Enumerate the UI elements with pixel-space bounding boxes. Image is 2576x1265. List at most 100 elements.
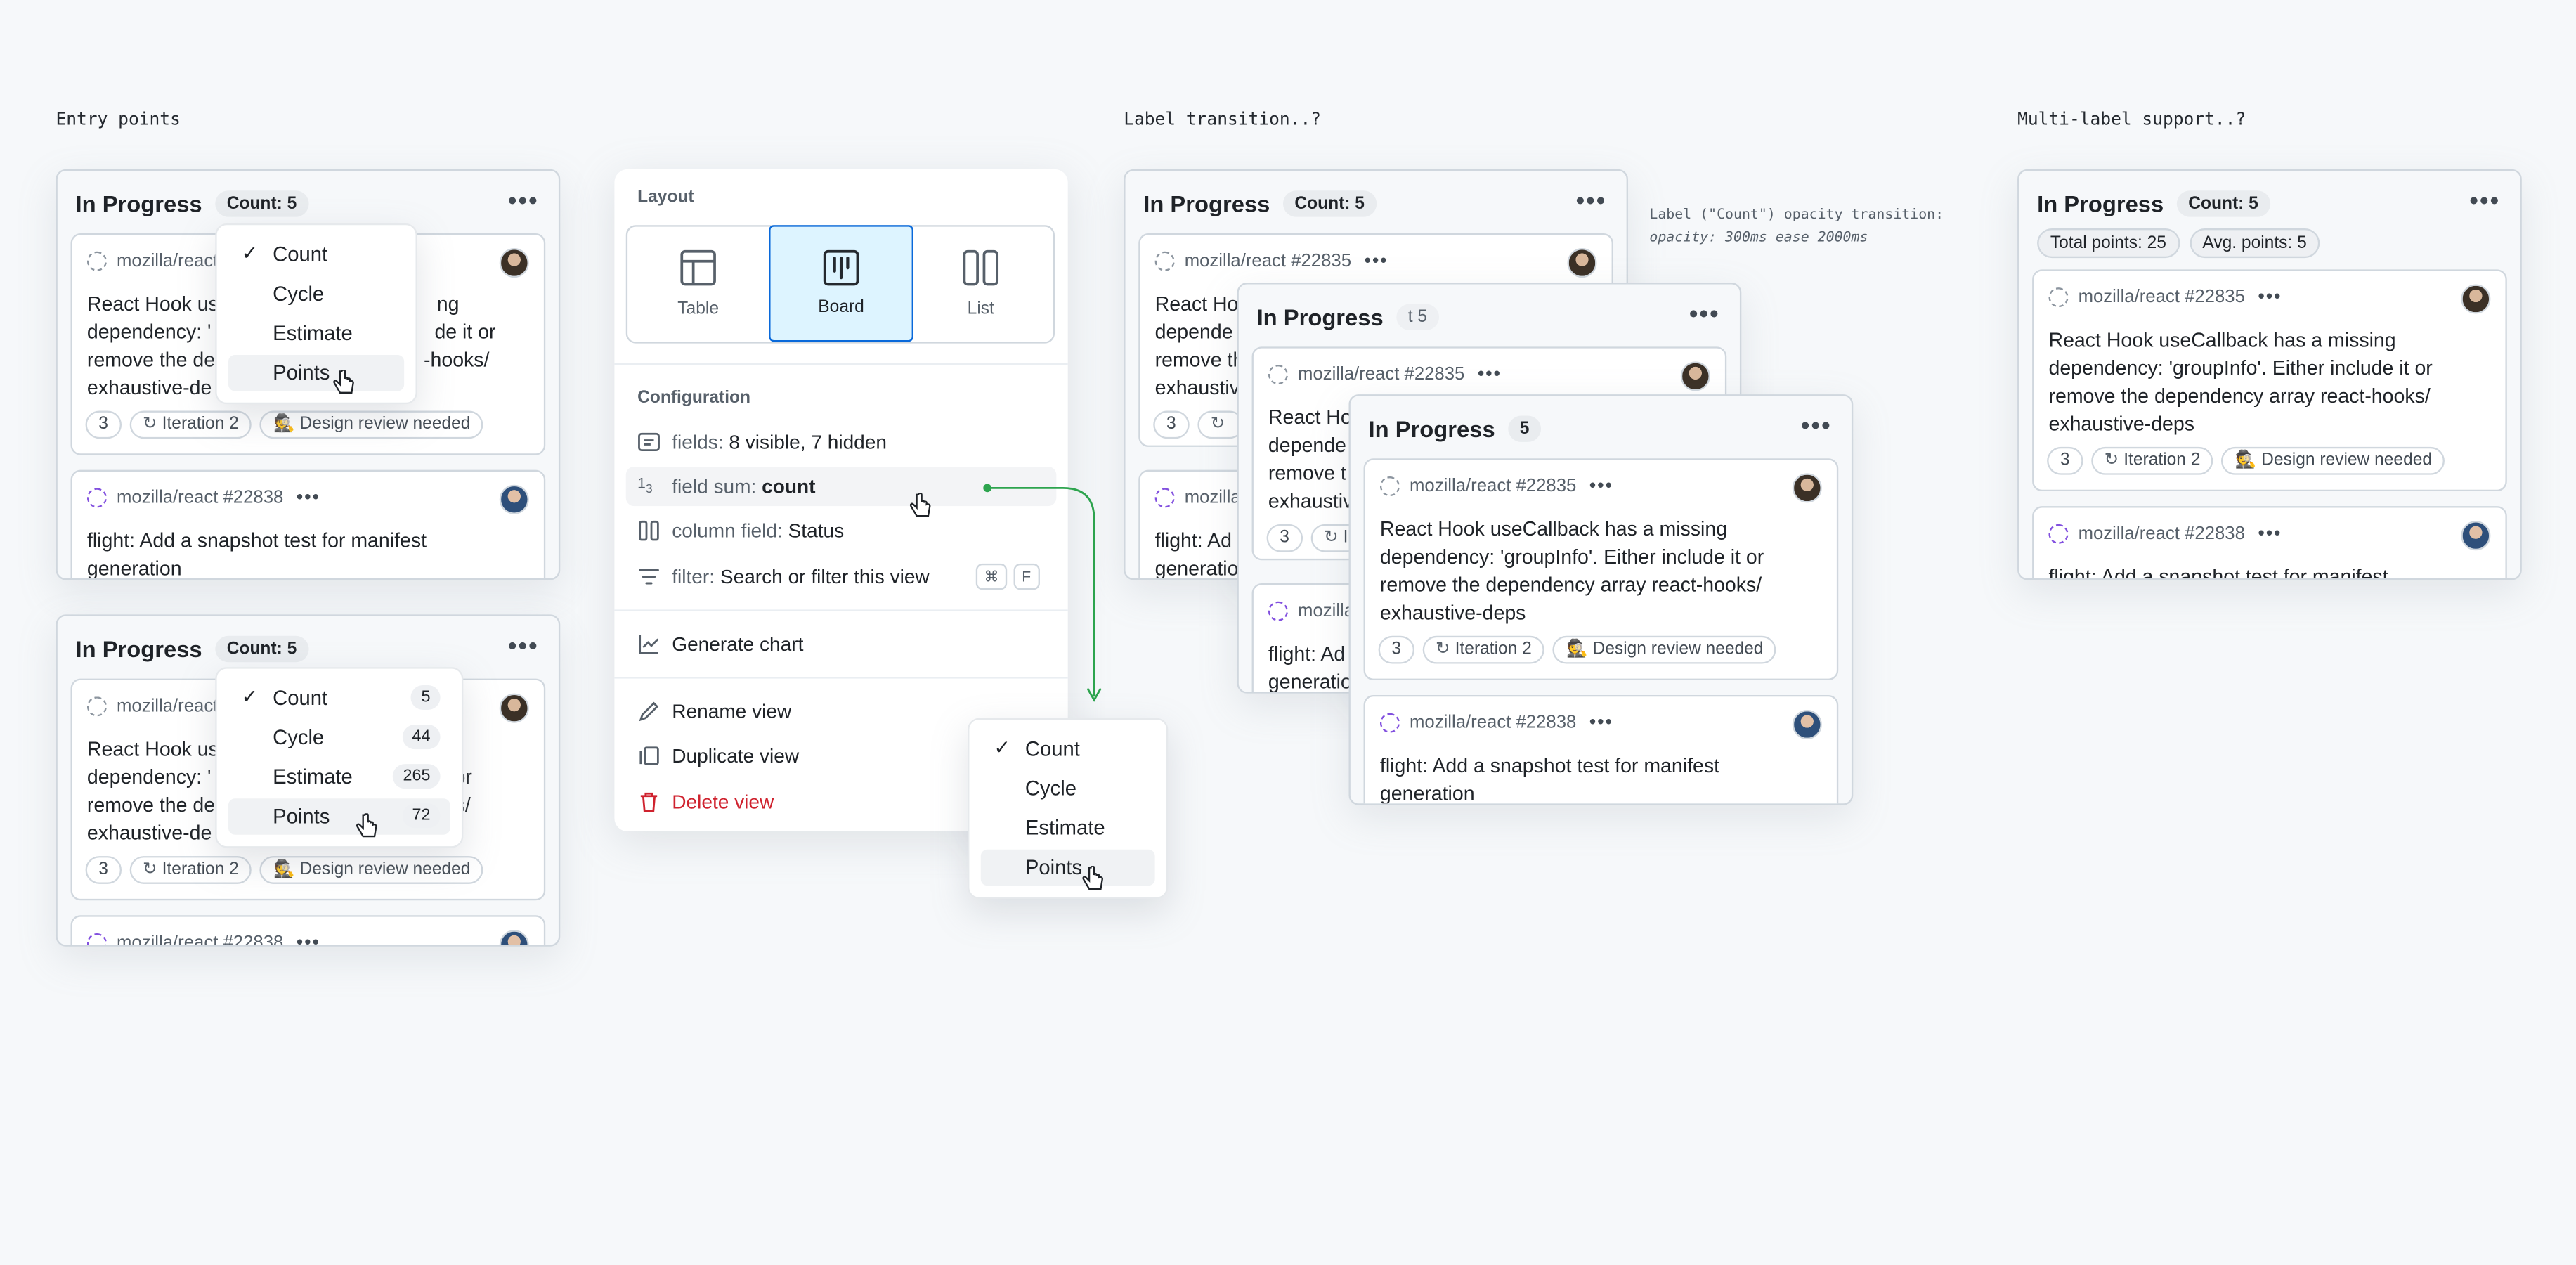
issue-repo[interactable]: mozilla/react #22835 xyxy=(2079,287,2245,307)
menu-item-count[interactable]: ✓ Count xyxy=(981,731,1155,767)
pencil-icon xyxy=(637,700,661,723)
issue-repo[interactable]: mozilla/react #22835 xyxy=(1298,365,1464,384)
issue-title[interactable]: React Hook useCallback has a missing dep… xyxy=(2048,327,2485,439)
column-count-pill[interactable]: Count: 5 xyxy=(2176,190,2270,217)
column-more-button[interactable]: ••• xyxy=(1576,188,1607,216)
issue-draft-icon xyxy=(86,251,107,271)
total-points-pill[interactable]: Total points: 25 xyxy=(2037,228,2180,259)
card-more-button[interactable]: ••• xyxy=(1365,252,1388,271)
issue-repo[interactable]: mozilla/react #22835 xyxy=(1410,476,1576,496)
issue-repo[interactable]: mozilla xyxy=(1185,488,1241,507)
estimate-tag[interactable]: 3 xyxy=(1153,410,1190,439)
card-more-button[interactable]: ••• xyxy=(297,488,320,507)
menu-item-estimate[interactable]: Estimate 265 xyxy=(228,759,450,795)
issue-repo[interactable]: mozilla/react #22838 xyxy=(1410,713,1576,733)
issue-repo[interactable]: mozilla/react #22838 xyxy=(117,488,283,507)
avatar[interactable] xyxy=(499,930,529,945)
estimate-tag[interactable]: 3 xyxy=(1266,524,1303,552)
avatar[interactable] xyxy=(499,484,529,514)
menu-item-points[interactable]: Points xyxy=(228,355,405,391)
card-more-button[interactable]: ••• xyxy=(1589,713,1613,733)
menu-item-cycle[interactable]: Cycle xyxy=(228,276,404,312)
menu-item-label: Estimate xyxy=(1024,816,1105,840)
iteration-tag[interactable]: ↻ Iteration 2 xyxy=(2090,446,2214,475)
issue-repo[interactable]: mozilla/react #22838 xyxy=(117,933,283,945)
column-more-button[interactable]: ••• xyxy=(508,188,539,216)
avatar[interactable] xyxy=(2461,521,2491,551)
menu-item-cycle[interactable]: Cycle 44 xyxy=(228,720,450,755)
label-tag[interactable]: 🕵 Design review needed xyxy=(1553,635,1777,664)
card-more-button[interactable]: ••• xyxy=(2258,287,2282,307)
sum-field-menu-with-counts: ✓ Count 5 Cycle 44 Estimate 265 Points 72 xyxy=(215,667,464,848)
issue-title[interactable]: flight: Add a snapshot test for manifest… xyxy=(1380,753,1817,803)
iteration-icon: ↻ xyxy=(1210,414,1225,434)
iteration-tag[interactable]: ↻ Iteration 2 xyxy=(1422,635,1545,664)
issue-card[interactable]: mozilla/react #22838 ••• flight: Add a s… xyxy=(2032,506,2507,578)
issue-card[interactable]: mozilla/react #22838 ••• flight: Add a s… xyxy=(1363,694,1839,804)
menu-item-estimate[interactable]: Estimate xyxy=(981,810,1155,846)
issue-repo[interactable]: mozilla/react xyxy=(117,696,218,716)
layout-board-option[interactable]: Board xyxy=(769,225,913,342)
column-more-button[interactable]: ••• xyxy=(1689,301,1720,329)
issue-repo[interactable]: mozilla/react #22835 xyxy=(1185,252,1351,271)
issue-card[interactable]: mozilla/react #22838 ••• flight: Add a s… xyxy=(70,469,546,578)
layout-list-option[interactable]: List xyxy=(910,227,1051,342)
column-count-pill-fading[interactable]: t 5 xyxy=(1396,304,1439,330)
avatar[interactable] xyxy=(499,248,529,278)
column-count-pill[interactable]: Count: 5 xyxy=(215,635,308,663)
issue-title[interactable]: React Hook useCallback has a missing dep… xyxy=(1380,516,1817,628)
column-count-pill[interactable]: Count: 5 xyxy=(1283,190,1377,217)
issue-repo[interactable]: mozilla/react #22838 xyxy=(2079,524,2245,544)
fields-setting[interactable]: fields: 8 visible, 7 hidden xyxy=(626,422,1057,462)
menu-item-count[interactable]: ✓ Count xyxy=(228,237,404,273)
issue-title-line: ng xyxy=(436,292,460,316)
menu-item-count[interactable]: ✓ Count 5 xyxy=(228,680,450,716)
label-tag[interactable]: 🕵 Design review needed xyxy=(260,410,484,439)
iteration-tag-label: Iteration 2 xyxy=(162,414,239,434)
card-more-button[interactable]: ••• xyxy=(297,933,320,945)
card-more-button[interactable]: ••• xyxy=(2258,524,2282,544)
iteration-tag[interactable]: ↻ Iteration 2 xyxy=(129,856,252,884)
iteration-tag[interactable]: ↻ xyxy=(1197,410,1244,439)
column-count-pill[interactable]: Count: 5 xyxy=(215,190,308,217)
avatar[interactable] xyxy=(2461,284,2491,314)
estimate-tag[interactable]: 3 xyxy=(1378,635,1414,664)
label-tag-text: Design review needed xyxy=(2261,450,2433,470)
card-more-button[interactable]: ••• xyxy=(1478,365,1502,384)
issue-title[interactable]: flight: Add a snapshot test for manifest… xyxy=(87,527,524,578)
menu-item-points[interactable]: Points xyxy=(980,849,1155,886)
avg-points-pill[interactable]: Avg. points: 5 xyxy=(2189,228,2320,259)
avatar[interactable] xyxy=(1792,473,1822,503)
iteration-tag[interactable]: ↻ Iteration 2 xyxy=(129,410,252,439)
card-more-button[interactable]: ••• xyxy=(1589,476,1613,496)
issue-title[interactable]: flight: Add a snapshot test for manifest xyxy=(2048,564,2485,578)
issue-title-line: -hooks/ xyxy=(424,348,490,372)
layout-table-option[interactable]: Table xyxy=(627,227,769,342)
iteration-tag-label: I xyxy=(1343,527,1348,547)
issue-card[interactable]: mozilla/react #22838 ••• xyxy=(70,915,546,945)
menu-item-label: Count xyxy=(273,687,328,711)
estimate-tag[interactable]: 3 xyxy=(85,410,122,439)
avatar[interactable] xyxy=(499,693,529,723)
label-tag[interactable]: 🕵 Design review needed xyxy=(2221,446,2445,475)
column-count-pill-plain[interactable]: 5 xyxy=(1508,415,1541,442)
column-transition-step-3: In Progress 5 ••• mozilla/react #22835 •… xyxy=(1348,394,1854,805)
menu-item-points[interactable]: Points 72 xyxy=(228,798,450,835)
avatar[interactable] xyxy=(1792,710,1822,740)
estimate-tag[interactable]: 3 xyxy=(85,856,122,884)
menu-item-estimate[interactable]: Estimate xyxy=(228,316,404,351)
issue-repo[interactable]: mozilla/react xyxy=(117,252,218,271)
issue-meta: mozilla/react xyxy=(86,696,218,717)
column-more-button[interactable]: ••• xyxy=(1801,413,1832,441)
issue-card[interactable]: mozilla/react #22835 ••• React Hook useC… xyxy=(2032,269,2507,492)
column-more-button[interactable]: ••• xyxy=(2470,188,2501,216)
issue-repo[interactable]: mozilla xyxy=(1298,602,1354,621)
label-tag[interactable]: 🕵 Design review needed xyxy=(260,856,484,884)
avatar[interactable] xyxy=(1567,248,1597,278)
avatar[interactable] xyxy=(1680,361,1710,391)
menu-item-cycle[interactable]: Cycle xyxy=(981,771,1155,807)
estimate-tag[interactable]: 3 xyxy=(2047,446,2083,475)
label-tag-text: Design review needed xyxy=(1592,639,1764,659)
issue-card[interactable]: mozilla/react #22835 ••• React Hook useC… xyxy=(1363,458,1839,680)
column-more-button[interactable]: ••• xyxy=(508,632,539,661)
